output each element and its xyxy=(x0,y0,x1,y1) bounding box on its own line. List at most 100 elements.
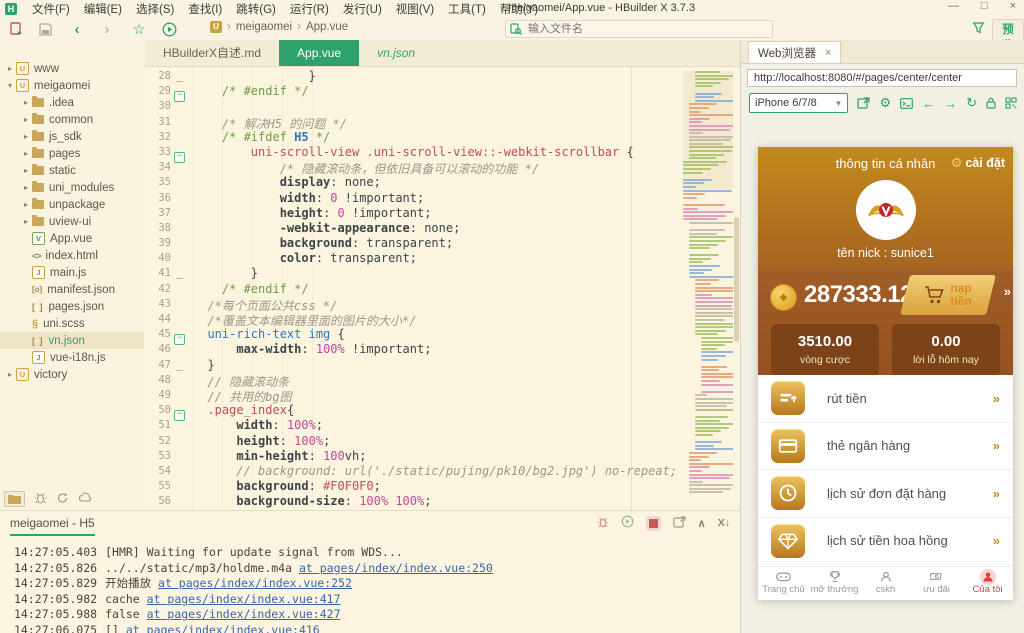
search-input[interactable] xyxy=(526,22,750,36)
chevron-right-icon[interactable]: ▸ xyxy=(20,217,32,226)
log-source-link[interactable]: at pages/index/index.vue:250 xyxy=(299,561,493,575)
tree-item-meigaomei[interactable]: ▾Umeigaomei xyxy=(0,77,144,94)
tree-item-index.html[interactable]: <>index.html xyxy=(0,247,144,264)
project-manager-tab-icon[interactable] xyxy=(4,491,25,507)
console-restart-icon[interactable] xyxy=(621,515,634,531)
menu-item-lịch-sử-tiền-hoa-hồng[interactable]: lịch sử tiền hoa hồng» xyxy=(758,518,1013,566)
tree-item-vue-i18n.js[interactable]: Jvue-i18n.js xyxy=(0,349,144,366)
chevron-right-icon[interactable]: ▸ xyxy=(20,200,32,209)
favorite-star-icon[interactable]: ☆ xyxy=(130,20,148,38)
minimap[interactable] xyxy=(683,71,733,506)
recharge-button[interactable]: nạptiền xyxy=(905,275,991,315)
chevron-right-icon[interactable]: ▸ xyxy=(4,64,16,73)
run-icon[interactable] xyxy=(160,20,178,38)
devtools-console-icon[interactable] xyxy=(900,98,913,109)
browser-forward-icon[interactable]: → xyxy=(944,96,957,111)
maximize-button[interactable]: □ xyxy=(981,0,988,12)
console-collapse-icon[interactable]: ∧ xyxy=(698,517,706,530)
nav-item-mở-thưởng[interactable]: mở thưởng xyxy=(809,567,860,600)
debug-bug-icon[interactable] xyxy=(34,492,47,507)
tree-item-vn.json[interactable]: [ ]vn.json xyxy=(0,332,144,349)
console-bug-icon[interactable] xyxy=(597,516,609,531)
tree-item-uni-modules[interactable]: ▸uni_modules xyxy=(0,179,144,196)
gear-icon[interactable]: ⚙ xyxy=(879,95,891,111)
tree-item-uview-ui[interactable]: ▸uview-ui xyxy=(0,213,144,230)
nav-item-của-tôi[interactable]: Của tôi xyxy=(962,567,1013,600)
tree-item-static[interactable]: ▸static xyxy=(0,162,144,179)
log-source-link[interactable]: at pages/index/index.vue:427 xyxy=(147,607,341,621)
close-button[interactable]: × xyxy=(1010,0,1016,12)
chevron-right-icon[interactable]: ▸ xyxy=(20,132,32,141)
console-tab[interactable]: meigaomei - H5 xyxy=(10,516,95,536)
breadcrumb-project[interactable]: meigaomei xyxy=(236,21,292,33)
log-source-link[interactable]: at pages/index/index.vue:417 xyxy=(147,592,341,606)
menu-item-thẻ-ngân-hàng[interactable]: thẻ ngân hàng» xyxy=(758,423,1013,471)
save-icon[interactable] xyxy=(36,20,54,38)
nav-item-trang-chủ[interactable]: Trang chủ xyxy=(758,567,809,600)
chevron-right-icon[interactable]: ▸ xyxy=(20,183,32,192)
cloud-sync-icon[interactable] xyxy=(78,492,92,506)
device-selector[interactable]: iPhone 6/7/8 ▼ xyxy=(749,93,848,113)
tree-item-main.js[interactable]: Jmain.js xyxy=(0,264,144,281)
qr-code-icon[interactable] xyxy=(1005,97,1017,109)
log-source-link[interactable]: at pages/index/index.vue:252 xyxy=(158,576,352,590)
console-open-in-editor-icon[interactable] xyxy=(673,516,686,531)
log-source-link[interactable]: at pages/index/index.vue:416 xyxy=(126,623,320,633)
browser-back-icon[interactable]: ← xyxy=(922,96,935,111)
tree-item-common[interactable]: ▸common xyxy=(0,111,144,128)
tree-item-www[interactable]: ▸Uwww xyxy=(0,60,144,77)
browser-tab[interactable]: Web浏览器 × xyxy=(748,41,841,63)
url-input[interactable] xyxy=(747,69,1017,87)
editor-tab-vn.json[interactable]: vn.json xyxy=(359,40,433,66)
tree-item-.idea[interactable]: ▸.idea xyxy=(0,94,144,111)
code-text: color: transparent; xyxy=(188,251,417,266)
filter-funnel-icon[interactable] xyxy=(972,21,985,37)
chevron-right-icon[interactable]: ▸ xyxy=(20,166,32,175)
tree-item-uni.scss[interactable]: §uni.scss xyxy=(0,315,144,332)
menu-item-2[interactable]: 选择(S) xyxy=(136,1,174,17)
tree-item-victory[interactable]: ▸Uvictory xyxy=(0,366,144,383)
menu-item-4[interactable]: 跳转(G) xyxy=(236,1,276,17)
browser-tab-close-icon[interactable]: × xyxy=(825,47,831,59)
back-icon[interactable]: ‹ xyxy=(68,20,86,38)
editor-tab-app.vue[interactable]: App.vue xyxy=(279,40,359,66)
tree-item-pages.json[interactable]: [ ]pages.json xyxy=(0,298,144,315)
console-clear-icon[interactable]: X↓ xyxy=(718,517,730,529)
settings-button[interactable]: ⚙ cài đặt xyxy=(951,155,1005,171)
menu-item-7[interactable]: 视图(V) xyxy=(396,1,434,17)
menu-item-rút-tiền[interactable]: rút tiền» xyxy=(758,375,1013,423)
breadcrumb-file[interactable]: App.vue xyxy=(306,21,348,33)
menu-item-3[interactable]: 查找(I) xyxy=(188,1,222,17)
code-editor[interactable]: 28 }29− /* #endif */3031 /* 解决H5 的问题 */3… xyxy=(145,67,740,510)
menu-item-6[interactable]: 发行(U) xyxy=(343,1,382,17)
menu-item-0[interactable]: 文件(F) xyxy=(32,1,70,17)
chevron-right-icon[interactable]: ▸ xyxy=(20,115,32,124)
nav-item-ưu-đãi[interactable]: ưu đãi xyxy=(911,567,962,600)
tree-item-label: vue-i18n.js xyxy=(50,352,106,364)
forward-icon[interactable]: › xyxy=(98,20,116,38)
nav-item-cskh[interactable]: cskh xyxy=(860,567,911,600)
new-file-icon[interactable] xyxy=(8,20,26,38)
chevron-right-icon[interactable]: ▸ xyxy=(20,149,32,158)
chevron-right-icon[interactable]: ▸ xyxy=(4,370,16,379)
menu-item-lịch-sử-đơn-đặt-hàng[interactable]: lịch sử đơn đặt hàng» xyxy=(758,470,1013,518)
chevron-right-icon[interactable]: ▸ xyxy=(20,98,32,107)
browser-refresh-icon[interactable]: ↻ xyxy=(966,95,977,111)
tree-item-pages[interactable]: ▸pages xyxy=(0,145,144,162)
chevron-down-icon[interactable]: ▾ xyxy=(4,81,16,90)
menu-item-1[interactable]: 编辑(E) xyxy=(84,1,122,17)
minimize-button[interactable]: — xyxy=(948,0,959,12)
refresh-icon[interactable] xyxy=(56,492,69,507)
scrollbar-thumb[interactable] xyxy=(734,217,739,342)
tree-item-unpackage[interactable]: ▸unpackage xyxy=(0,196,144,213)
tree-item-manifest.json[interactable]: [o]manifest.json xyxy=(0,281,144,298)
open-external-icon[interactable] xyxy=(857,97,870,109)
menu-item-5[interactable]: 运行(R) xyxy=(290,1,329,17)
editor-tab-hbuilderx--.md[interactable]: HBuilderX自述.md xyxy=(145,40,279,66)
lock-icon[interactable] xyxy=(986,97,996,109)
console-stop-icon[interactable] xyxy=(646,516,661,531)
tree-item-js-sdk[interactable]: ▸js_sdk xyxy=(0,128,144,145)
code-line-42: 42 /* #endif */ xyxy=(145,282,682,297)
menu-item-8[interactable]: 工具(T) xyxy=(448,1,486,17)
tree-item-app.vue[interactable]: VApp.vue xyxy=(0,230,144,247)
